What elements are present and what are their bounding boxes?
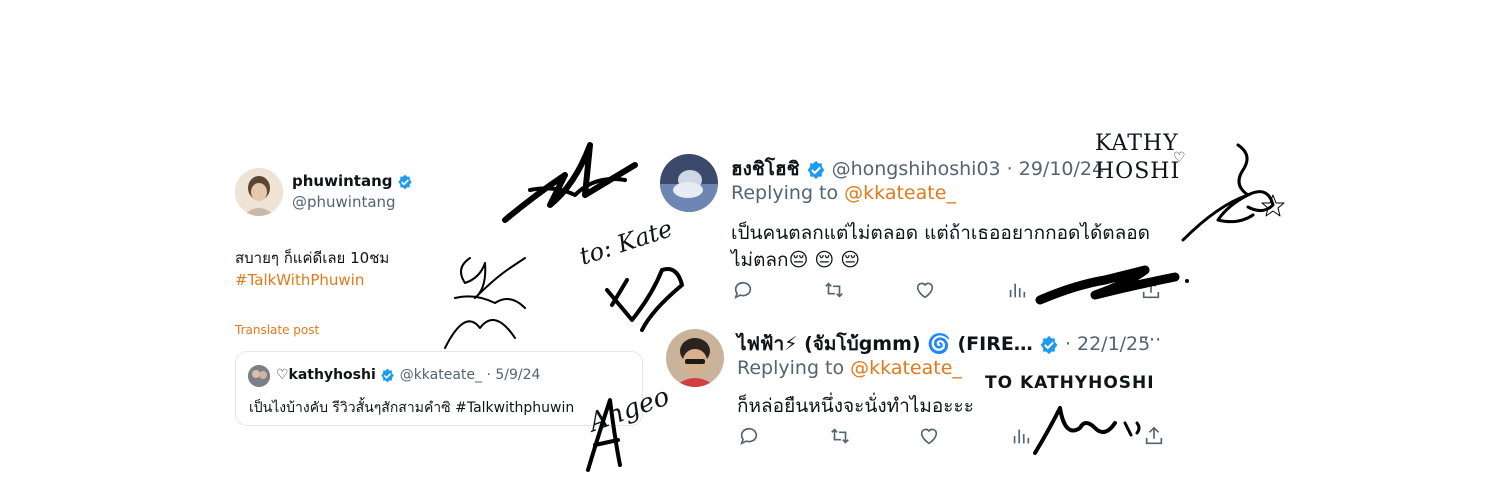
more-options-icon[interactable]: ··· [1143,329,1161,351]
signature-to-kathyhoshi-strokes [1033,406,1141,455]
quote-handle: @kkateate_ [399,367,483,383]
avatar-phuwintang[interactable] [235,168,283,216]
signature-scribble-left [444,257,526,349]
signature-scribble-top-center [502,142,638,223]
translate-post-link[interactable]: Translate post [235,323,319,337]
reply2-replying-label: Replying to [737,357,845,379]
reply2-author: ไฟฟ้า⚡ (จัมโบ้gmm) 🌀 (FIRE… · 22/1/25 [737,329,1150,359]
signature-to-kathyhoshi: TO KATHYHOSHI [985,373,1165,463]
signature-to-kate: to: Kate [572,214,707,332]
reply1-replying-label: Replying to [731,182,839,204]
reply1-handle[interactable]: @hongshihoshi03 [832,158,1001,180]
signature-ahgeo: Ahgeo [580,380,690,475]
reply1-text-line2: ไม่ตลก😔 😔 😔 [731,245,860,275]
reply-icon[interactable] [738,425,760,447]
avatar-faifah[interactable] [666,329,724,387]
reply2-replying-handle[interactable]: @kkateate_ [850,357,962,379]
reply1-author: ฮงชิโฮชิ @hongshihoshi03 · 29/10/24 [731,154,1104,184]
quote-avatar [248,365,270,387]
signature-black-scribble-middle [1035,265,1189,305]
reply1-display-name[interactable]: ฮงชิโฮชิ [731,158,799,180]
signature-ahgeo-strokes [586,398,622,472]
reply-icon[interactable] [732,279,754,301]
retweet-icon[interactable] [829,425,851,447]
retweet-icon[interactable] [823,279,845,301]
reply2-replying-to: Replying to @kkateate_ [737,357,962,379]
post-display-name[interactable]: phuwintang [292,172,392,190]
reply2-text: ก็หล่อยืนหนึ่งจะนั่งทำไมอะะะ [737,395,974,417]
signature-kathy-hoshi-text: KATHY HOSHI [1095,131,1181,184]
like-icon[interactable] [914,279,936,301]
quote-text: เป็นไงบ้างคับ รีวิวสั้นๆสักสามคำซิ #Talk… [249,400,575,416]
verified-badge-icon [806,160,826,180]
pensive-emoji: 😔 😔 😔 [788,249,861,271]
views-icon[interactable] [1006,279,1028,301]
reply1-text-line1: เป็นคนตลกแต่ไม่ตลอด แต่ถ้าเธออยากกอดได้ต… [731,222,1151,244]
reply1-replying-handle[interactable]: @kkateate_ [844,182,956,204]
verified-badge-icon [397,174,413,190]
quote-display-name: ♡kathyhoshi [276,367,376,383]
avatar-hongshihoshi[interactable] [660,154,718,212]
reply1-date[interactable]: · 29/10/24 [1007,158,1104,180]
signature-to-kate-strokes [605,267,684,332]
post-hashtag[interactable]: #TalkWithPhuwin [235,271,364,289]
like-icon[interactable] [918,425,940,447]
signature-to-kathyhoshi-text: TO KATHYHOSHI [985,373,1155,393]
signature-scribble-top-right [1181,143,1285,242]
post-author: phuwintang [292,172,413,190]
post-handle[interactable]: @phuwintang [292,193,396,211]
reply2-date[interactable]: · 22/1/25 [1065,333,1150,355]
post-text: สบายๆ ก็แค่ดีเลย 10ชม [235,249,390,267]
reply1-text-line2-text: ไม่ตลก [731,249,789,271]
verified-badge-icon [1039,335,1059,355]
quote-author: ♡kathyhoshi @kkateate_ · 5/9/24 [276,367,540,383]
verified-badge-icon [380,368,395,383]
quote-date: · 5/9/24 [486,367,541,383]
reply2-display-name[interactable]: ไฟฟ้า⚡ (จัมโบ้gmm) 🌀 (FIRE… [737,333,1033,355]
reply1-replying-to: Replying to @kkateate_ [731,182,956,204]
